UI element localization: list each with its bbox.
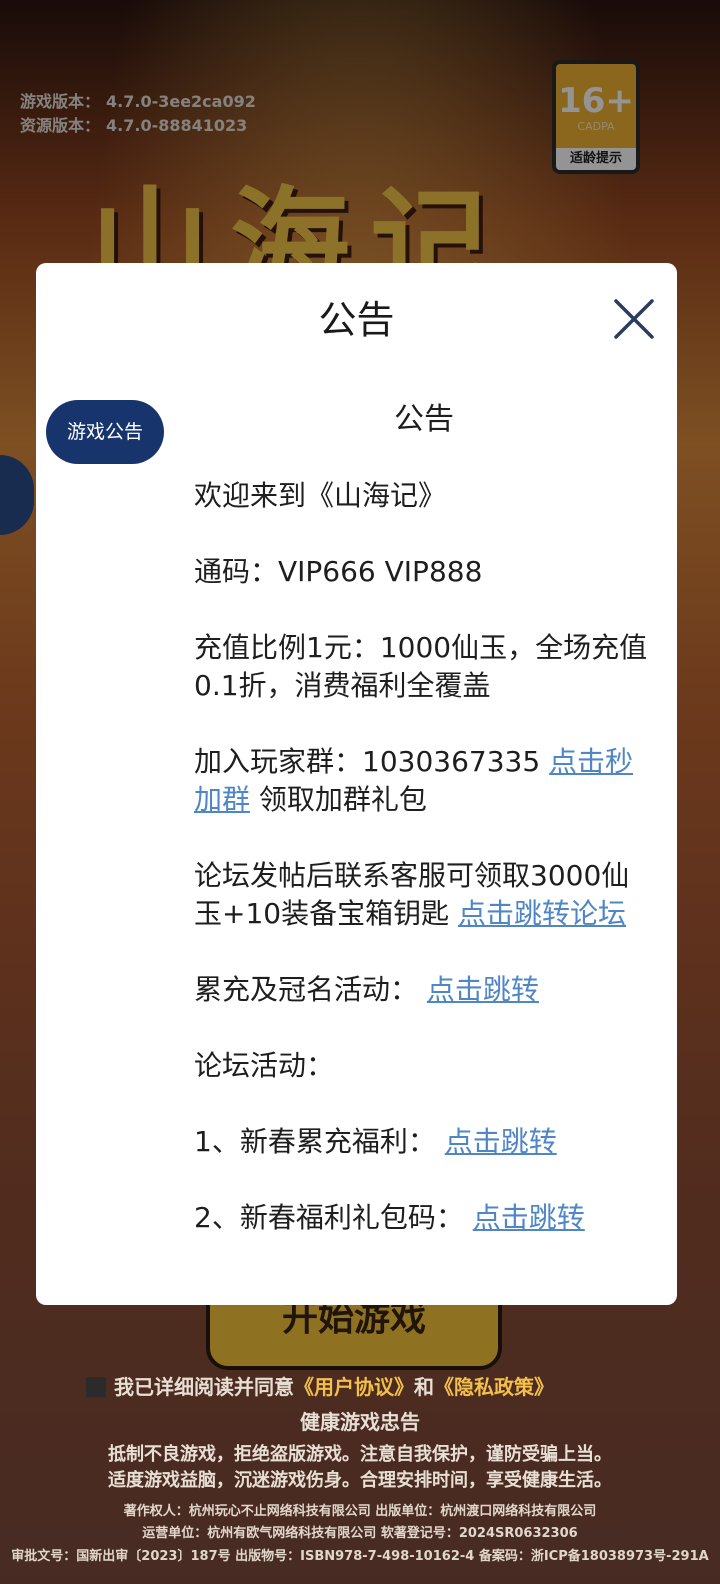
event-1-paragraph: 1、新春累充福利： 点击跳转 <box>194 1123 654 1161</box>
agreement-and: 和 <box>414 1375 434 1399</box>
close-icon <box>614 299 654 339</box>
health-advice-line-1: 抵制不良游戏，拒绝盗版游戏。注意自我保护，谨防受骗上当。 <box>108 1444 612 1465</box>
health-advice-title: 健康游戏忠告 <box>300 1410 420 1434</box>
recharge-ratio-text: 充值比例1元：1000仙玉，全场充值0.1折，消费福利全覆盖 <box>194 631 648 702</box>
forum-link[interactable]: 点击跳转论坛 <box>458 897 626 930</box>
code-text: 通码：VIP666 VIP888 <box>194 555 483 588</box>
agreement-text: 我已详细阅读并同意 <box>114 1375 294 1399</box>
event-2-link[interactable]: 点击跳转 <box>473 1201 585 1234</box>
tab-game-announcement[interactable]: 游戏公告 <box>46 400 164 464</box>
forum-paragraph: 论坛发帖后联系客服可领取3000仙玉+10装备宝箱钥匙 点击跳转论坛 <box>194 857 654 933</box>
close-button[interactable] <box>612 297 656 341</box>
event-2-paragraph: 2、新春福利礼包码： 点击跳转 <box>194 1199 654 1237</box>
user-agreement-link[interactable]: 《用户协议》 <box>294 1375 414 1399</box>
recharge-event-paragraph: 累充及冠名活动： 点击跳转 <box>194 971 654 1009</box>
recharge-event-text: 累充及冠名活动： <box>194 973 427 1006</box>
credits-line-3: 审批文号：国新出审〔2023〕187号 出版物号：ISBN978-7-498-1… <box>11 1549 709 1564</box>
content-heading: 公告 <box>394 402 454 437</box>
announcement-content: 公告 欢迎来到《山海记》 通码：VIP666 VIP888 充值比例1元：100… <box>194 401 654 1275</box>
event-1-text: 1、新春累充福利： <box>194 1125 445 1158</box>
privacy-policy-link[interactable]: 《隐私政策》 <box>434 1375 554 1399</box>
player-group-suffix: 领取加群礼包 <box>250 783 427 816</box>
event-2-text: 2、新春福利礼包码： <box>194 1201 473 1234</box>
dialog-title: 公告 <box>318 298 395 342</box>
health-advice-line-2: 适度游戏益脑，沉迷游戏伤身。合理安排时间，享受健康生活。 <box>108 1470 612 1491</box>
announcement-dialog: 公告 游戏公告 公告 欢迎来到《山海记》 通码：VIP666 VIP888 充值… <box>36 263 677 1305</box>
credits-line-1: 著作权人：杭州玩心不止网络科技有限公司 出版单位：杭州渡口网络科技有限公司 <box>123 1504 597 1519</box>
event-1-link[interactable]: 点击跳转 <box>445 1125 557 1158</box>
player-group-text: 加入玩家群：1030367335 <box>194 745 550 778</box>
credits-line-2: 运营单位：杭州有欧气网络科技有限公司 软著登记号：2024SR0632306 <box>142 1526 578 1541</box>
forum-events-label: 论坛活动： <box>194 1049 335 1082</box>
player-group-paragraph: 加入玩家群：1030367335 点击秒加群 领取加群礼包 <box>194 743 654 819</box>
agreement-checkbox[interactable] <box>86 1377 106 1397</box>
recharge-event-link[interactable]: 点击跳转 <box>427 973 539 1006</box>
agreement-row: 我已详细阅读并同意《用户协议》和《隐私政策》 <box>86 1372 646 1402</box>
welcome-text: 欢迎来到《山海记》 <box>194 479 447 512</box>
